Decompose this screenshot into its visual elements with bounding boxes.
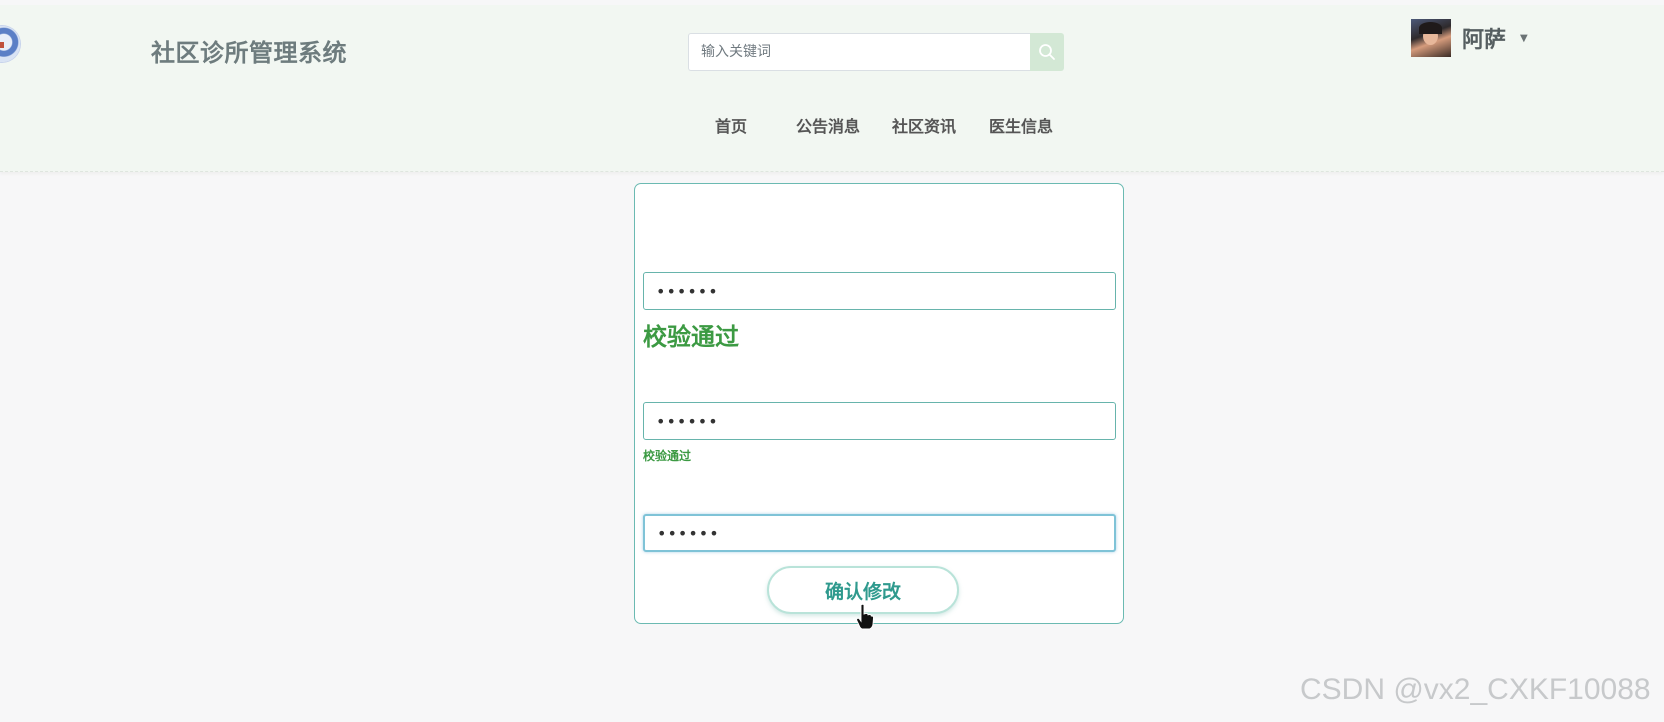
hand-pointer-icon bbox=[856, 604, 874, 630]
caret-down-icon[interactable]: ▼ bbox=[1520, 34, 1528, 44]
search-input[interactable] bbox=[688, 33, 1030, 71]
search-button[interactable] bbox=[1030, 33, 1064, 71]
nav-item-announcements[interactable]: 公告消息 bbox=[796, 113, 860, 137]
page: 社区诊所管理系统 阿萨 ▼ 首页 公告消息 社区资讯 医生信息 校验通过 bbox=[0, 0, 1664, 722]
user-name[interactable]: 阿萨 bbox=[1462, 22, 1506, 54]
logo-icon[interactable] bbox=[0, 26, 20, 62]
search-icon bbox=[1039, 44, 1055, 60]
avatar[interactable] bbox=[1411, 19, 1451, 57]
change-password-form: 校验通过 校验通过 确认修改 bbox=[634, 183, 1124, 624]
old-password-field[interactable] bbox=[643, 272, 1116, 310]
user-menu[interactable]: 阿萨 ▼ bbox=[1411, 19, 1528, 57]
confirm-password-field[interactable] bbox=[643, 514, 1116, 552]
nav-item-community-news[interactable]: 社区资讯 bbox=[892, 113, 956, 137]
nav-item-doctor-info[interactable]: 医生信息 bbox=[989, 113, 1053, 137]
new-password-field[interactable] bbox=[643, 402, 1116, 440]
nav-item-home[interactable]: 首页 bbox=[715, 113, 747, 137]
validation-message: 校验通过 bbox=[643, 449, 692, 463]
search-bar bbox=[688, 33, 1064, 71]
site-title[interactable]: 社区诊所管理系统 bbox=[151, 33, 347, 68]
validation-message: 校验通过 bbox=[643, 323, 739, 351]
top-header: 社区诊所管理系统 阿萨 ▼ 首页 公告消息 社区资讯 医生信息 bbox=[0, 5, 1664, 172]
watermark: CSDN @vx2_CXKF10088 bbox=[1300, 673, 1651, 706]
